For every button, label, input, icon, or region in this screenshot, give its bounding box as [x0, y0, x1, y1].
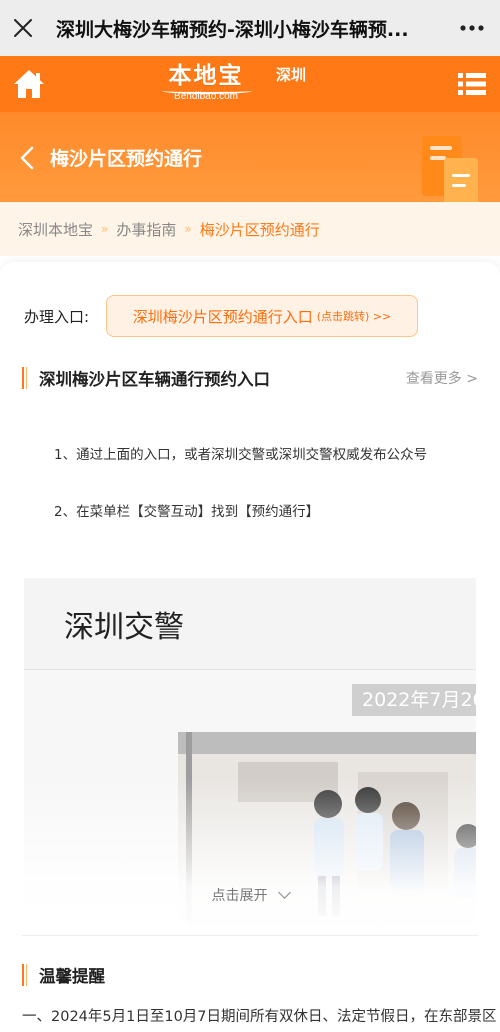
- breadcrumb-separator: »: [184, 222, 192, 236]
- menu-icon[interactable]: [458, 72, 486, 96]
- title-band: 梅沙片区预约通行: [0, 112, 500, 208]
- section-title: 深圳梅沙片区车辆通行预约入口: [39, 370, 270, 389]
- expand-button[interactable]: 点击展开: [0, 885, 500, 905]
- site-header: 本地宝 Bendibao.com 深圳: [0, 56, 500, 112]
- page-title: 深圳大梅沙车辆预约-深圳小梅沙车辆预...: [56, 18, 409, 41]
- breadcrumb-home[interactable]: 深圳本地宝: [18, 219, 93, 240]
- section-marker: [22, 367, 27, 389]
- entry-label: 办理入口:: [24, 308, 90, 326]
- back-arrow-icon[interactable]: [18, 145, 36, 171]
- see-more-link[interactable]: 查看更多 >: [406, 368, 478, 388]
- breadcrumb: 深圳本地宝 » 办事指南 » 梅沙片区预约通行: [0, 202, 500, 256]
- browser-top-bar: 深圳大梅沙车辆预约-深圳小梅沙车辆预...: [0, 0, 500, 56]
- section-heading: 深圳梅沙片区车辆通行预约入口: [22, 367, 270, 389]
- section-heading: 温馨提醒: [22, 964, 105, 986]
- city-selector[interactable]: 深圳: [276, 64, 306, 85]
- section-title: 温馨提醒: [39, 967, 105, 986]
- close-icon: [14, 19, 32, 37]
- document-illustration-icon: [422, 136, 478, 208]
- breadcrumb-separator: »: [101, 222, 109, 236]
- step-item: 2、在菜单栏【交警互动】找到【预约通行】: [54, 504, 320, 520]
- divider: [22, 935, 478, 936]
- band-title: 梅沙片区预约通行: [50, 148, 203, 170]
- entry-link-button[interactable]: 深圳梅沙片区预约通行入口 (点击跳转) >>: [106, 295, 418, 337]
- entry-link-hint: (点击跳转) >>: [316, 310, 392, 323]
- site-logo[interactable]: 本地宝 Bendibao.com: [150, 61, 262, 109]
- screenshot-account-name: 深圳交警: [64, 610, 184, 645]
- chevron-down-icon: [277, 886, 291, 899]
- expand-label: 点击展开: [211, 888, 268, 904]
- breadcrumb-current: 梅沙片区预约通行: [199, 220, 320, 239]
- more-dots-icon: [460, 25, 484, 31]
- breadcrumb-guide[interactable]: 办事指南: [116, 219, 176, 240]
- screenshot-date: 2022年7月26: [352, 684, 476, 716]
- more-options-button[interactable]: [444, 0, 500, 56]
- collapse-fade: [24, 778, 476, 934]
- embedded-screenshot: 深圳交警 2022年7月26: [24, 578, 476, 934]
- logo-swoosh: [162, 88, 252, 94]
- notice-text: 一、2024年5月1日至10月7日期间所有双休日、法定节假日，在东部景区: [22, 1009, 497, 1025]
- logo-text: 本地宝: [168, 63, 244, 89]
- step-item: 1、通过上面的入口，或者深圳交警或深圳交警权威发布公众号: [54, 447, 428, 463]
- entry-link-text: 深圳梅沙片区预约通行入口: [132, 307, 313, 326]
- home-icon[interactable]: [12, 66, 46, 102]
- close-button[interactable]: [0, 0, 46, 56]
- section-marker: [22, 964, 27, 986]
